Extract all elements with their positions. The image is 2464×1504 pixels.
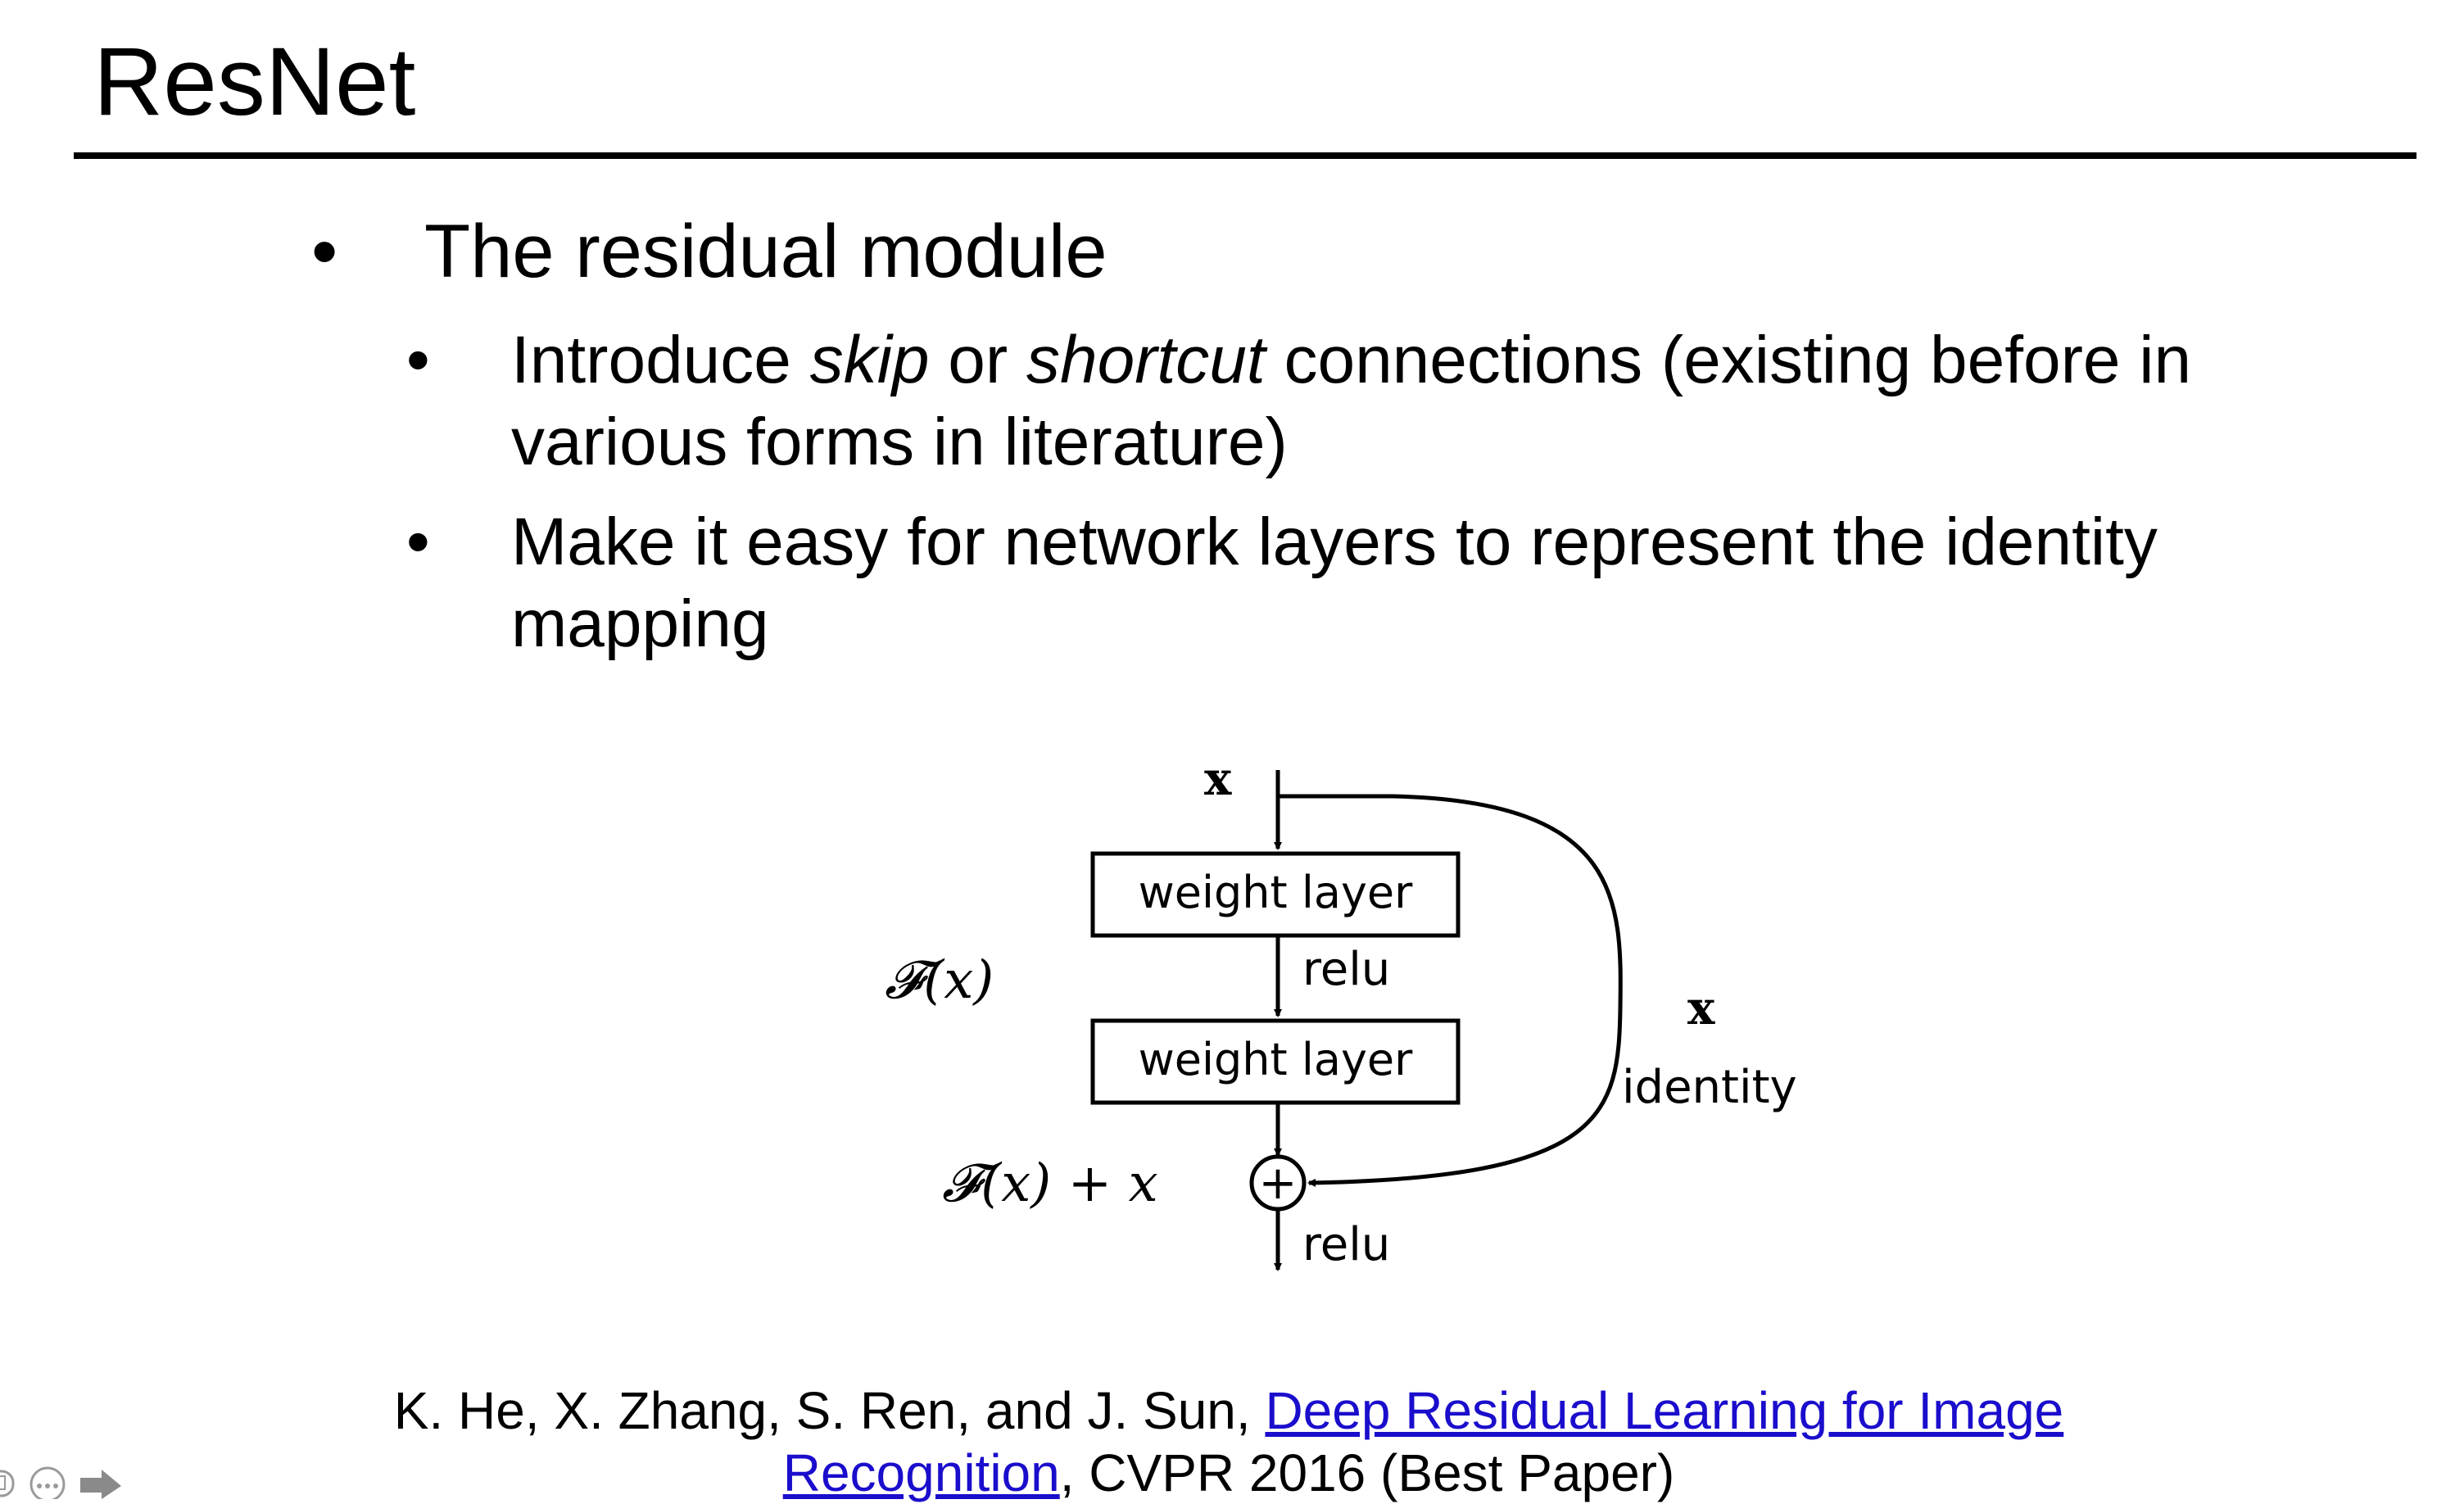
residual-block-diagram: x weight layer relu 𝓕(x) weight layer + … — [885, 752, 1797, 1271]
slide-controls — [0, 1466, 121, 1499]
bullet-marker: • — [406, 323, 430, 397]
bullet-sub-1-text: Introduce skip or shortcut connections (… — [511, 319, 2395, 483]
input-x-label: x — [1204, 752, 1232, 806]
plus-symbol: + — [1259, 1157, 1298, 1210]
citation-venue: , CVPR 2016 (Best Paper) — [1059, 1443, 1675, 1502]
next-arrow-icon[interactable] — [80, 1470, 121, 1499]
more-icon[interactable] — [29, 1466, 66, 1499]
slide-icon[interactable] — [0, 1470, 15, 1497]
sub1-emphasis-skip: skip — [809, 323, 930, 397]
sub1-mid: or — [929, 323, 1026, 397]
identity-label: identity — [1622, 1061, 1797, 1114]
fx-label: 𝓕(x) — [885, 950, 994, 1011]
bullet-marker: • — [406, 505, 430, 579]
weight-layer-2-label: weight layer — [1139, 1034, 1414, 1085]
weight-layer-1-label: weight layer — [1139, 867, 1414, 918]
bullet-main-text: The residual module — [424, 210, 1107, 293]
title-divider — [74, 152, 2416, 159]
bullet-sub-2-text: Make it easy for network layers to repre… — [511, 505, 2158, 661]
slide-title: ResNet — [93, 28, 416, 136]
sum-label: 𝓕(x) + x — [942, 1153, 1158, 1214]
sub1-emphasis-shortcut: shortcut — [1026, 323, 1266, 397]
shortcut-x-label: x — [1687, 981, 1715, 1035]
citation: K. He, X. Zhang, S. Ren, and J. Sun, Dee… — [328, 1379, 2130, 1504]
bullet-marker: • — [311, 210, 338, 293]
relu-label-2: relu — [1302, 1218, 1390, 1271]
citation-authors: K. He, X. Zhang, S. Ren, and J. Sun, — [393, 1381, 1266, 1440]
sub1-pre: Introduce — [511, 323, 810, 397]
relu-label-1: relu — [1302, 943, 1390, 996]
